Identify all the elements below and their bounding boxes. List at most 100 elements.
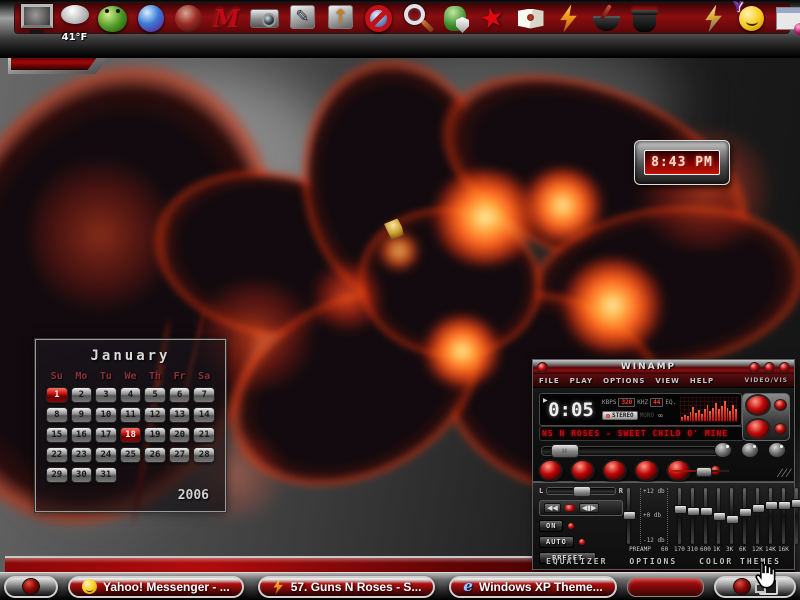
rewind-button[interactable]: ◀◀ xyxy=(544,503,561,513)
devil-icon[interactable]: ★ xyxy=(476,2,509,35)
play-button[interactable] xyxy=(570,459,595,482)
upload-icon[interactable]: ↑ xyxy=(324,2,357,35)
weather-icon[interactable]: 41°F xyxy=(58,2,91,35)
volume-knob[interactable] xyxy=(696,467,712,477)
eq-band-slider-310[interactable] xyxy=(702,488,709,544)
toggle-button[interactable] xyxy=(714,442,732,458)
eq-band-slider-12K-knob[interactable] xyxy=(765,501,778,510)
previous-button[interactable] xyxy=(538,459,563,482)
volume-slider[interactable] xyxy=(669,467,729,475)
seek-knob[interactable]: II xyxy=(551,444,579,458)
eq-band-slider-14K-knob[interactable] xyxy=(778,501,791,510)
clock-widget[interactable]: 8:43 PM xyxy=(634,140,730,185)
preset-step-buttons[interactable]: ◀▮▶ xyxy=(579,503,600,513)
resize-grip[interactable]: /// xyxy=(776,468,793,479)
search-icon[interactable] xyxy=(400,2,433,35)
eq-band-slider-6K-knob[interactable] xyxy=(752,504,765,513)
lightning-silver-icon[interactable] xyxy=(697,2,730,35)
eq-band-slider-60-knob[interactable] xyxy=(674,505,687,514)
calendar-day[interactable]: 25 xyxy=(120,447,142,463)
eq-band-slider-600[interactable] xyxy=(715,488,722,544)
browser-icon[interactable] xyxy=(773,2,800,35)
calendar-day[interactable]: 12 xyxy=(144,407,166,423)
eq-preamp-slider-knob[interactable] xyxy=(623,511,636,520)
calendar-day[interactable]: 3 xyxy=(95,387,117,403)
calendar-day[interactable]: 16 xyxy=(71,427,93,443)
calendar-day[interactable]: 10 xyxy=(95,407,117,423)
equalizer-tab[interactable]: EQUALIZER xyxy=(546,557,607,566)
calendar-day[interactable]: 2 xyxy=(71,387,93,403)
eq-band-slider-1K[interactable] xyxy=(728,488,735,544)
tray-orb-button[interactable] xyxy=(733,578,751,595)
stop-button[interactable] xyxy=(634,459,659,482)
winamp-titlebar[interactable]: WINAMP xyxy=(533,360,794,374)
calendar-day[interactable]: 6 xyxy=(169,387,191,403)
display-icon[interactable] xyxy=(20,2,53,35)
calendar-day[interactable]: 8 xyxy=(46,407,68,423)
eq-band-slider-1K-knob[interactable] xyxy=(726,515,739,524)
blue-swirl-icon[interactable] xyxy=(134,2,167,35)
balance-track[interactable] xyxy=(546,487,616,495)
task-button[interactable]: eWindows XP Theme... xyxy=(449,576,616,598)
mortar-icon[interactable] xyxy=(590,2,623,35)
frog-icon[interactable] xyxy=(96,2,129,35)
side-small-button[interactable] xyxy=(774,423,787,435)
security-shield-icon[interactable] xyxy=(438,2,471,35)
calendar-day[interactable]: 28 xyxy=(193,447,215,463)
eq-auto-button[interactable]: AUTO xyxy=(539,536,574,548)
toggle-button[interactable] xyxy=(741,442,759,458)
eq-on-button[interactable]: ON xyxy=(539,520,563,532)
eq-band-slider-600-knob[interactable] xyxy=(713,512,726,521)
eq-band-slider-170[interactable] xyxy=(689,488,696,544)
calendar-day[interactable]: 23 xyxy=(71,447,93,463)
eq-band-slider-3K[interactable] xyxy=(741,488,748,544)
winamp-lightning-icon[interactable] xyxy=(552,2,585,35)
calendar-day[interactable]: 24 xyxy=(95,447,117,463)
calendar-day[interactable]: 14 xyxy=(193,407,215,423)
menu-help[interactable]: HELP xyxy=(690,377,714,385)
balance-slider[interactable]: L R xyxy=(539,487,623,495)
paint-icon[interactable]: ✎ xyxy=(286,2,319,35)
eq-band-slider-6K[interactable] xyxy=(754,488,761,544)
track-title-marquee[interactable]: NS N ROSES - SWEET CHILD O' MINE xyxy=(539,426,744,441)
calendar-day[interactable]: 30 xyxy=(71,467,93,483)
side-knob-button[interactable] xyxy=(745,394,771,416)
calendar-day[interactable]: 27 xyxy=(169,447,191,463)
options-tab[interactable]: OPTIONS xyxy=(629,557,677,566)
calendar-day[interactable]: 21 xyxy=(193,427,215,443)
calendar-day[interactable]: 1 xyxy=(46,387,68,403)
eq-band-slider-12K[interactable] xyxy=(767,488,774,544)
book-icon[interactable] xyxy=(514,2,547,35)
menu-options[interactable]: OPTIONS xyxy=(603,377,645,385)
side-knob-button[interactable] xyxy=(745,418,771,440)
calendar-day[interactable]: 19 xyxy=(144,427,166,443)
calendar-day[interactable]: 15 xyxy=(46,427,68,443)
no-entry-icon[interactable] xyxy=(362,2,395,35)
balance-knob[interactable] xyxy=(573,486,591,497)
calendar-day[interactable]: 9 xyxy=(71,407,93,423)
toggle-button[interactable] xyxy=(768,442,786,458)
cauldron-icon[interactable] xyxy=(628,2,661,35)
eq-band-slider-170-knob[interactable] xyxy=(687,507,700,516)
eq-preamp-slider[interactable] xyxy=(625,488,632,544)
calendar-widget[interactable]: January SuMoTuWeThFrSa 12345678910111213… xyxy=(35,339,226,512)
start-button[interactable] xyxy=(4,576,58,598)
calendar-day[interactable]: 7 xyxy=(193,387,215,403)
calendar-day[interactable]: 18 xyxy=(120,427,142,443)
eq-band-slider-16K-knob[interactable] xyxy=(791,499,800,508)
red-orb-icon[interactable] xyxy=(172,2,205,35)
minimize-button[interactable] xyxy=(749,362,760,373)
calendar-day[interactable]: 11 xyxy=(120,407,142,423)
menu-video-vis[interactable]: VIDEO/VIS xyxy=(745,377,788,384)
winamp-menu-button[interactable] xyxy=(537,362,548,373)
task-button[interactable]: Yahoo! Messenger - ... xyxy=(68,576,244,598)
menu-play[interactable]: PLAY xyxy=(570,377,593,385)
close-button[interactable] xyxy=(779,362,790,373)
yahoo-messenger-icon[interactable]: Y xyxy=(735,2,768,35)
calendar-day[interactable]: 31 xyxy=(95,467,117,483)
calendar-day[interactable]: 4 xyxy=(120,387,142,403)
eq-band-slider-16K[interactable] xyxy=(793,488,800,544)
calendar-day[interactable]: 5 xyxy=(144,387,166,403)
color-themes-tab[interactable]: COLOR THEMES xyxy=(699,557,781,566)
calendar-day[interactable]: 17 xyxy=(95,427,117,443)
